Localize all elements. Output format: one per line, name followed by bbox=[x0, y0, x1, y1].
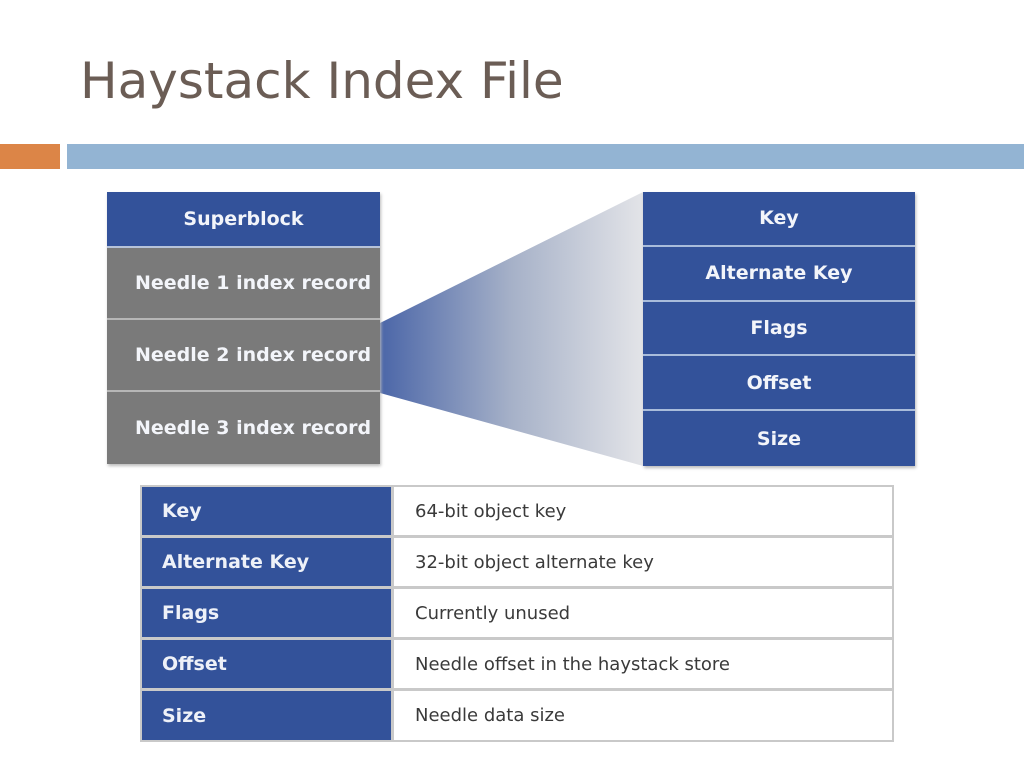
field-description-table: Key 64-bit object key Alternate Key 32-b… bbox=[140, 485, 894, 742]
table-field-name: Offset bbox=[142, 640, 394, 688]
needle-record-1: Needle 1 index record bbox=[107, 248, 380, 320]
table-field-description: 32-bit object alternate key bbox=[394, 538, 892, 586]
table-row: Offset Needle offset in the haystack sto… bbox=[142, 640, 892, 691]
table-field-description: 64-bit object key bbox=[394, 487, 892, 535]
table-field-name: Size bbox=[142, 691, 394, 740]
record-fields-stack: Key Alternate Key Flags Offset Size bbox=[643, 192, 915, 466]
table-field-name: Alternate Key bbox=[142, 538, 394, 586]
table-row: Size Needle data size bbox=[142, 691, 892, 740]
table-field-name: Key bbox=[142, 487, 394, 535]
field-size: Size bbox=[643, 411, 915, 466]
field-key: Key bbox=[643, 192, 915, 247]
field-offset: Offset bbox=[643, 356, 915, 412]
field-alternate-key: Alternate Key bbox=[643, 246, 915, 302]
table-field-description: Needle offset in the haystack store bbox=[394, 640, 892, 688]
table-row: Key 64-bit object key bbox=[142, 487, 892, 538]
field-flags: Flags bbox=[643, 301, 915, 357]
needle-record-3: Needle 3 index record bbox=[107, 392, 380, 464]
table-row: Flags Currently unused bbox=[142, 589, 892, 640]
index-file-stack: Superblock Needle 1 index record Needle … bbox=[107, 192, 380, 464]
table-row: Alternate Key 32-bit object alternate ke… bbox=[142, 538, 892, 589]
table-field-description: Needle data size bbox=[394, 691, 892, 740]
table-field-description: Currently unused bbox=[394, 589, 892, 637]
table-field-name: Flags bbox=[142, 589, 394, 637]
superblock-cell: Superblock bbox=[107, 192, 380, 248]
needle-record-2: Needle 2 index record bbox=[107, 320, 380, 392]
